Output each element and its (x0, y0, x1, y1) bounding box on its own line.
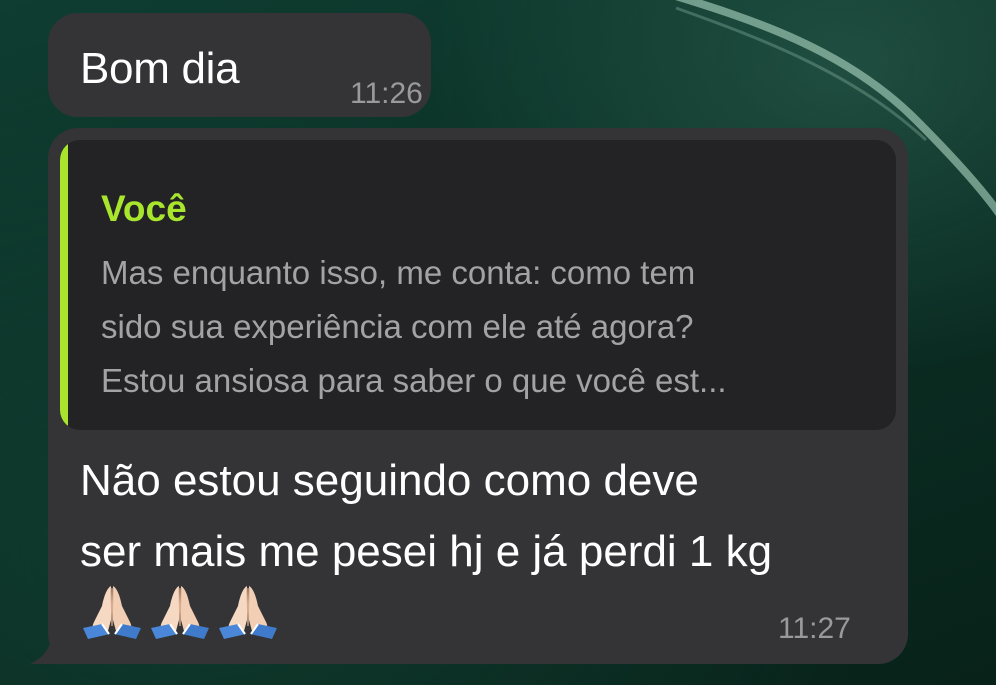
message-timestamp: 11:26 (350, 77, 423, 110)
message-text: Bom dia (80, 44, 240, 93)
folded-hands-icon (83, 586, 141, 639)
message-text-line: Não estou seguindo como deve (80, 456, 699, 505)
emoji-row (80, 582, 280, 642)
message-bubble-incoming[interactable]: Bom dia 11:26 (48, 13, 431, 117)
quote-text-line: Estou ansiosa para saber o que você est.… (101, 362, 727, 399)
quote-author: Você (101, 188, 187, 229)
message-bubble-reply[interactable]: Você Mas enquanto isso, me conta: como t… (48, 128, 908, 664)
quote-text-line: sido sua experiência com ele até agora? (101, 308, 694, 345)
quoted-message[interactable]: Você Mas enquanto isso, me conta: como t… (60, 140, 896, 430)
folded-hands-icon (219, 586, 277, 639)
folded-hands-icon (151, 586, 209, 639)
message-timestamp: 11:27 (778, 612, 851, 645)
message-text-line: ser mais me pesei hj e já perdi 1 kg (80, 527, 773, 576)
quote-accent-bar (60, 140, 68, 430)
quote-text-line: Mas enquanto isso, me conta: como tem (101, 254, 696, 291)
